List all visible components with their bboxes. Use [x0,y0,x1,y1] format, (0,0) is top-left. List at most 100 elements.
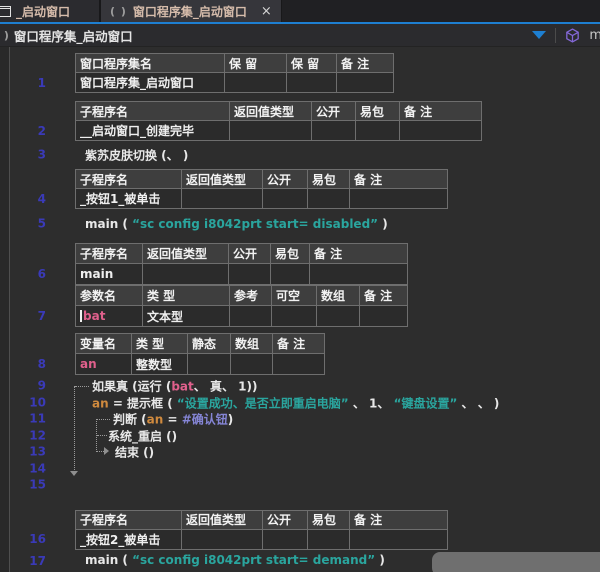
code-text: 紫苏皮肤切换 (、 ) [85,147,188,164]
table-cell[interactable] [337,73,394,93]
line-number: 5 [0,217,46,232]
table-cell[interactable]: 整数型 [132,354,188,375]
table-cell[interactable] [263,530,308,550]
table-header-cell: 数组 [231,333,273,354]
table-header-cell: 公开 [263,169,308,189]
table-header-cell: 子程序名 [75,169,182,189]
code-line[interactable]: 11 判断 (an = #确认钮) [0,411,600,428]
code-table-block: 子程序名返回值类型公开易包备 注__启动窗口_创建完毕 2 [0,101,600,141]
close-tab-icon[interactable]: × [261,4,272,19]
code-text: 如果真 (运行 (bat、 真、 1)) [92,378,257,395]
table-cell[interactable] [229,264,271,285]
table-header-cell: 易包 [271,243,310,264]
table-cell[interactable]: 文本型 [143,306,230,327]
code-text: 判断 (an = #确认钮) [113,411,233,428]
table-cell[interactable] [225,73,287,93]
table-cell[interactable]: _按钮1_被单击 [75,189,182,209]
table-header-cell: 子程序名 [75,510,182,530]
table-cell[interactable] [188,354,231,375]
table-header-cell: 静态 [188,333,231,354]
table-header-cell: 公开 [229,243,271,264]
line-number: 8 [0,357,46,372]
table-cell[interactable] [312,121,356,141]
dropdown-arrow-icon[interactable] [532,31,546,39]
indent-guide [97,451,104,452]
definition-table: 变量名类 型静态数组备 注an整数型 [75,333,325,375]
table-cell[interactable]: 窗口程序集_启动窗口 [75,73,225,93]
window-form-icon [0,6,11,17]
table-header-cell: 数组 [317,285,360,306]
code-line[interactable]: 14 [0,461,600,478]
code-line[interactable]: 10an = 提示框 ( “设置成功、是否立即重启电脑” 、 1、 “键盘设置”… [0,395,600,412]
line-number: 13 [0,445,46,460]
table-cell[interactable] [230,121,312,141]
table-cell[interactable] [271,264,310,285]
code-line[interactable]: 15 [0,477,600,494]
table-cell[interactable] [263,189,308,209]
table-cell[interactable] [231,354,273,375]
table-cell[interactable] [350,189,448,209]
definition-table: 窗口程序集名保 留保 留备 注窗口程序集_启动窗口 [75,53,394,93]
definition-table: 子程序名返回值类型公开易包备 注_按钮1_被单击 [75,169,448,209]
line-number: 3 [0,148,46,163]
table-cell[interactable]: bat [75,306,143,327]
code-table-block: 变量名类 型静态数组备 注an整数型8 [0,333,600,375]
indent-guide [97,435,107,436]
table-cell[interactable] [350,530,448,550]
line-number: 11 [0,412,46,427]
code-line[interactable]: 9 如果真 (运行 (bat、 真、 1)) [0,378,600,395]
table-cell[interactable] [308,530,350,550]
table-cell[interactable] [356,121,400,141]
table-cell[interactable]: _按钮2_被单击 [75,530,182,550]
code-parens-icon: ( ) [0,29,10,42]
table-cell[interactable] [273,354,325,375]
code-table-block: 子程序名返回值类型公开易包备 注main参数名类 型参考可空数组备 注bat文本… [0,243,600,327]
tab-window-program-set[interactable]: ( ) 窗口程序集_启动窗口 × [101,0,282,22]
code-table-block: 子程序名返回值类型公开易包备 注_按钮1_被单击4 [0,169,600,209]
table-cell[interactable] [400,121,482,141]
table-header-cell: 变量名 [75,333,132,354]
table-cell[interactable] [310,264,408,285]
line-number: 4 [0,192,46,207]
table-cell[interactable] [308,189,350,209]
breadcrumb-right-label: m [589,28,600,43]
table-header-cell: 可空 [272,285,317,306]
table-cell[interactable] [182,189,263,209]
line-number: 9 [0,379,46,394]
table-cell[interactable] [360,306,408,327]
tab-startup-window[interactable]: _启动窗口 [0,0,101,22]
table-header-cell: 备 注 [350,169,448,189]
tab-bar: _启动窗口 ( ) 窗口程序集_启动窗口 × [0,0,600,22]
table-header-cell: 子程序名 [75,243,143,264]
table-cell[interactable] [272,306,317,327]
cube-icon[interactable] [565,28,580,43]
definition-table: 子程序名返回值类型公开易包备 注_按钮2_被单击 [75,510,448,550]
table-cell[interactable] [287,73,337,93]
table-header-cell: 公开 [312,101,356,121]
table-header-cell: 备 注 [360,285,408,306]
code-line[interactable]: 12系统_重启 () [0,428,600,445]
table-header-cell: 窗口程序集名 [75,53,225,73]
line-number: 6 [0,267,46,282]
table-cell[interactable]: __启动窗口_创建完毕 [75,121,230,141]
code-text: main ( “sc config i8042prt start= demand… [85,553,385,567]
code-text: 系统_重启 () [108,427,177,444]
table-header-cell: 易包 [308,169,350,189]
table-cell[interactable] [143,264,229,285]
table-cell[interactable] [182,530,263,550]
table-header-cell: 备 注 [273,333,325,354]
table-cell[interactable]: an [75,354,132,375]
code-line[interactable]: 3 紫苏皮肤切换 (、 ) [0,141,600,169]
table-cell[interactable]: main [75,264,143,285]
table-header-cell: 参考 [230,285,272,306]
code-line[interactable]: 5main ( “sc config i8042prt start= disab… [0,209,600,239]
definition-table: 子程序名返回值类型公开易包备 注__启动窗口_创建完毕 [75,101,482,141]
indent-guide [75,386,89,387]
table-cell[interactable] [230,306,272,327]
bottom-right-panel[interactable] [432,552,600,572]
table-header-cell: 易包 [308,510,350,530]
table-cell[interactable] [317,306,360,327]
line-number: 2 [0,124,46,139]
code-editor[interactable]: 窗口程序集名保 留保 留备 注窗口程序集_启动窗口1子程序名返回值类型公开易包备… [0,47,600,572]
code-line[interactable]: 13结束 () [0,444,600,461]
